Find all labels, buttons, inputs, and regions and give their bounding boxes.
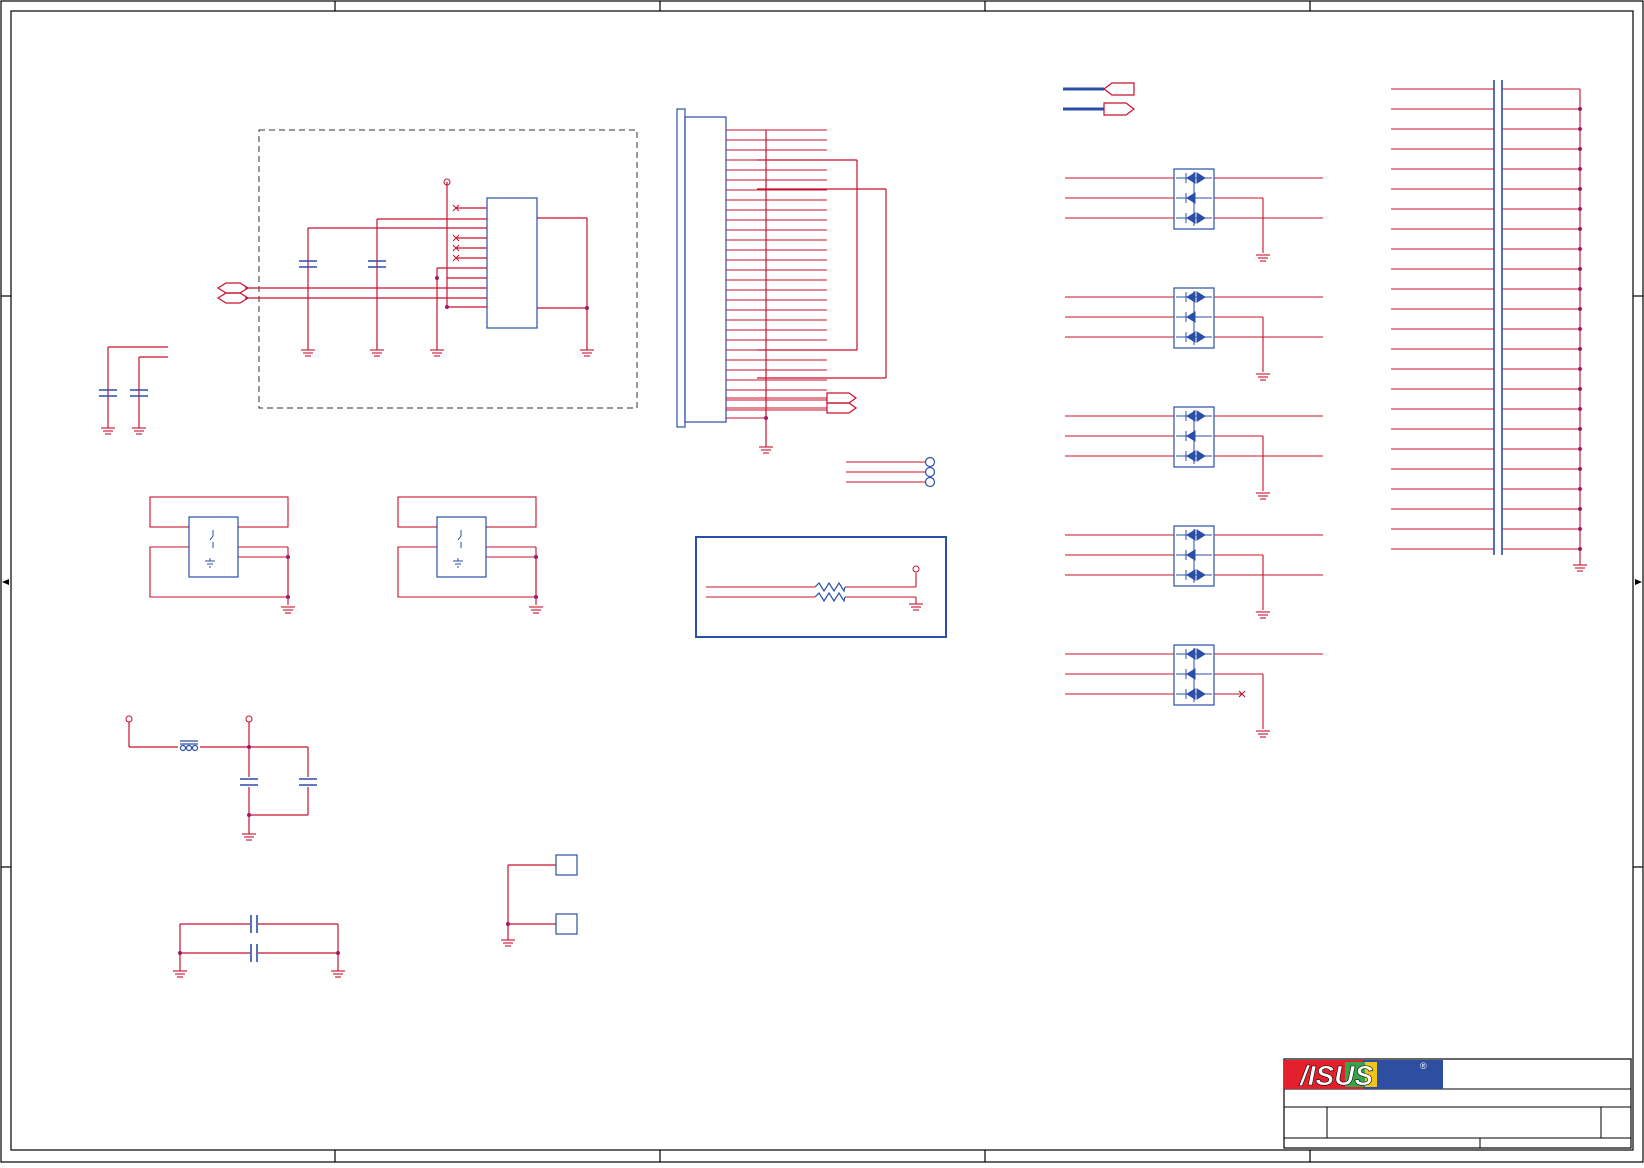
offpage-connector-icon: [1103, 102, 1135, 116]
right-bus-block: [1391, 80, 1582, 565]
power-flag-icon: [245, 715, 253, 723]
capacitor-icon: [240, 778, 258, 786]
ground-icon: [1256, 730, 1270, 738]
ground-icon: [909, 603, 923, 611]
ic-body: [486, 197, 538, 329]
switch-block: [397, 496, 543, 614]
ground-icon: [430, 349, 444, 357]
ground-icon: [1573, 564, 1587, 572]
capacitor-icon: [299, 778, 317, 786]
logo-text: /ISUS: [1298, 1060, 1373, 1091]
tvs-diode-array-icon: [1065, 287, 1323, 381]
main-connector: [676, 108, 887, 447]
test-pads: [506, 854, 578, 940]
registered-mark: ®: [1420, 1061, 1427, 1071]
ground-icon: [331, 970, 345, 978]
connector-pin-wires: [726, 129, 827, 419]
tvs-diode-array-icon: [1065, 525, 1323, 619]
schematic-canvas: /ISUS ®: [0, 0, 1644, 1163]
ground-icon: [1256, 492, 1270, 500]
title-block: /ISUS ®: [1283, 1058, 1632, 1149]
dashed-module-block: [216, 129, 638, 409]
ground-icon: [1256, 373, 1270, 381]
tvs-diode-array-icon: [1065, 644, 1323, 738]
power-flag-icon: [125, 715, 133, 723]
offpage-connector-icon: [216, 282, 250, 304]
switch-block: [149, 496, 295, 614]
left-caps: [107, 346, 168, 428]
mount-hole-wires: [846, 456, 936, 488]
resistor-icon: [814, 581, 846, 603]
ground-icon: [281, 606, 295, 614]
ground-icon: [370, 349, 384, 357]
module-wires: [245, 182, 588, 350]
ground-icon: [101, 427, 115, 435]
ground-icon: [132, 427, 146, 435]
filter-section: [125, 715, 309, 834]
tvs-diode-array-icon: [1065, 168, 1323, 262]
offpage-connector-icon: [1103, 82, 1135, 96]
ground-icon: [173, 970, 187, 978]
ground-icon: [759, 446, 773, 454]
junction-dots: [435, 276, 589, 310]
ground-icon: [1256, 611, 1270, 619]
schematic-sheet: /ISUS ®: [0, 0, 1644, 1163]
ground-icon: [529, 606, 543, 614]
ground-icon: [1256, 254, 1270, 262]
ground-icon: [301, 349, 315, 357]
asus-logo: /ISUS ®: [1284, 1060, 1443, 1091]
switch-blocks: [149, 496, 543, 614]
bottom-cap-pair: [178, 915, 340, 971]
net-label-flags: [1063, 82, 1135, 116]
bus-capacitor-array: [1493, 80, 1503, 555]
tvs-diode-array-icon: [1065, 406, 1323, 500]
capacitor-symbols: [99, 260, 386, 786]
tvs-diode-arrays: [1065, 168, 1323, 738]
frame-arrow-markers: [2, 579, 1642, 585]
ground-icon: [242, 833, 256, 841]
no-connect-marks: [452, 204, 460, 262]
ground-icon: [501, 939, 515, 947]
ground-symbols: [101, 349, 1587, 978]
ground-icon: [580, 349, 594, 357]
resistor-block: [695, 536, 947, 638]
power-flag-icon: [912, 565, 920, 573]
sheet-frame: [0, 0, 1644, 1163]
inductor-icon: [179, 740, 199, 752]
